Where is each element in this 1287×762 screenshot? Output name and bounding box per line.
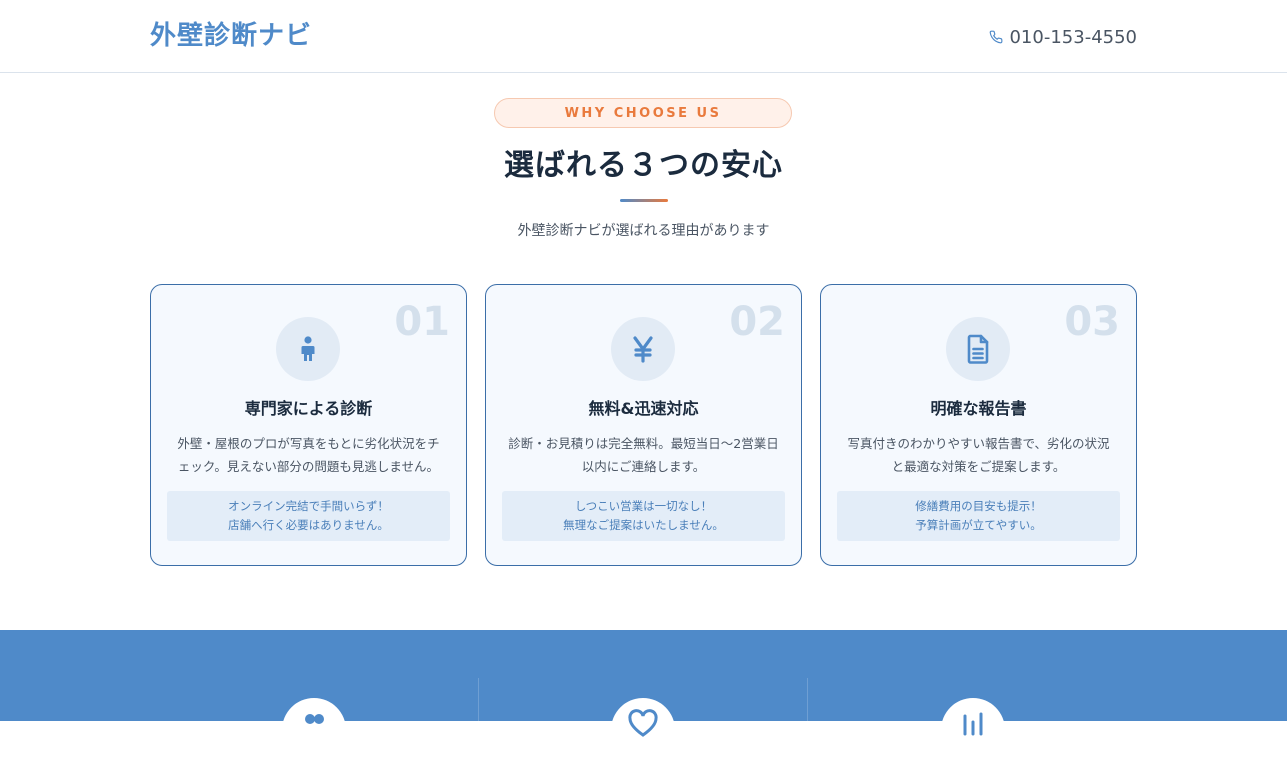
feature-card-expert: 01 専門家による診断 外壁・屋根のプロが写真をもとに劣化状況をチ ェック。見え… [150,284,467,566]
card-description: 診断・お見積りは完全無料。最短当日〜2営業日 以内にご連絡します。 [504,432,783,478]
users-icon [305,714,324,724]
band-divider [807,678,808,721]
stats-band [0,630,1287,762]
phone-number: 010-153-4550 [1009,26,1137,48]
card-title: 無料&迅速対応 [588,399,699,418]
card-description: 写真付きのわかりやすい報告書で、劣化の状況 と最適な対策をご提案します。 [839,432,1118,478]
bar-chart-icon [963,712,983,736]
card-note-line: しつこい営業は一切なし！ [574,499,713,513]
card-description-line: と最適な対策をご提案します。 [891,459,1066,474]
band-icon-circle [282,698,346,762]
card-title: 明確な報告書 [930,399,1027,418]
heart-icon [628,709,658,737]
card-note-line: 予算計画が立てやすい。 [915,518,1042,532]
feature-card-report: 03 明確な報告書 写真付きのわかりやすい報告書で、劣化の状況 と最適な対策をご… [820,284,1137,566]
yen-icon [633,336,653,363]
why-choose-us-badge: WHY CHOOSE US [494,98,792,128]
phone-icon [990,30,1003,44]
card-description-line: 診断・お見積りは完全無料。最短当日〜2営業日 [508,436,779,451]
card-number: 02 [729,299,785,345]
card-description-line: ェック。見えない部分の問題も見逃しません。 [177,459,440,474]
section-subtitle: 外壁診断ナビが選ばれる理由があります [517,223,770,239]
section-title: 選ばれる３つの安心 [504,148,783,183]
card-note-line: 店舗へ行く必要はありません。 [228,518,389,532]
card-icon-wrap [946,317,1010,381]
card-title: 専門家による診断 [244,399,373,418]
card-icon-wrap [276,317,340,381]
band-icon-circle [941,698,1005,762]
card-note-line: オンライン完結で手間いらず！ [228,499,389,513]
card-description-line: 外壁・屋根のプロが写真をもとに劣化状況をチ [177,436,440,451]
band-icon-circle [611,698,675,762]
card-icon-wrap [611,317,675,381]
card-note-line: 無理なご提案はいたしません。 [563,518,724,532]
title-underline [620,199,668,202]
card-number: 01 [394,299,450,345]
person-icon [301,336,315,361]
site-logo[interactable]: 外壁診断ナビ [150,18,312,54]
card-note: オンライン完結で手間いらず！ 店舗へ行く必要はありません。 [167,491,450,541]
site-header: 外壁診断ナビ 010-153-4550 [0,0,1287,73]
card-description-line: 写真付きのわかりやすい報告書で、劣化の状況 [847,436,1110,451]
card-description-line: 以内にご連絡します。 [581,459,706,474]
card-note: 修繕費用の目安も提示！ 予算計画が立てやすい。 [837,491,1120,541]
feature-card-free: 02 無料&迅速対応 診断・お見積りは完全無料。最短当日〜2営業日 以内にご連絡… [485,284,802,566]
phone-link[interactable]: 010-153-4550 [989,24,1137,50]
card-description: 外壁・屋根のプロが写真をもとに劣化状況をチ ェック。見えない部分の問題も見逃しま… [169,432,448,478]
card-number: 03 [1064,299,1120,345]
card-note-line: 修繕費用の目安も提示！ [915,499,1042,513]
card-note: しつこい営業は一切なし！ 無理なご提案はいたしません。 [502,491,785,541]
document-icon [967,334,989,364]
band-divider [478,678,479,721]
